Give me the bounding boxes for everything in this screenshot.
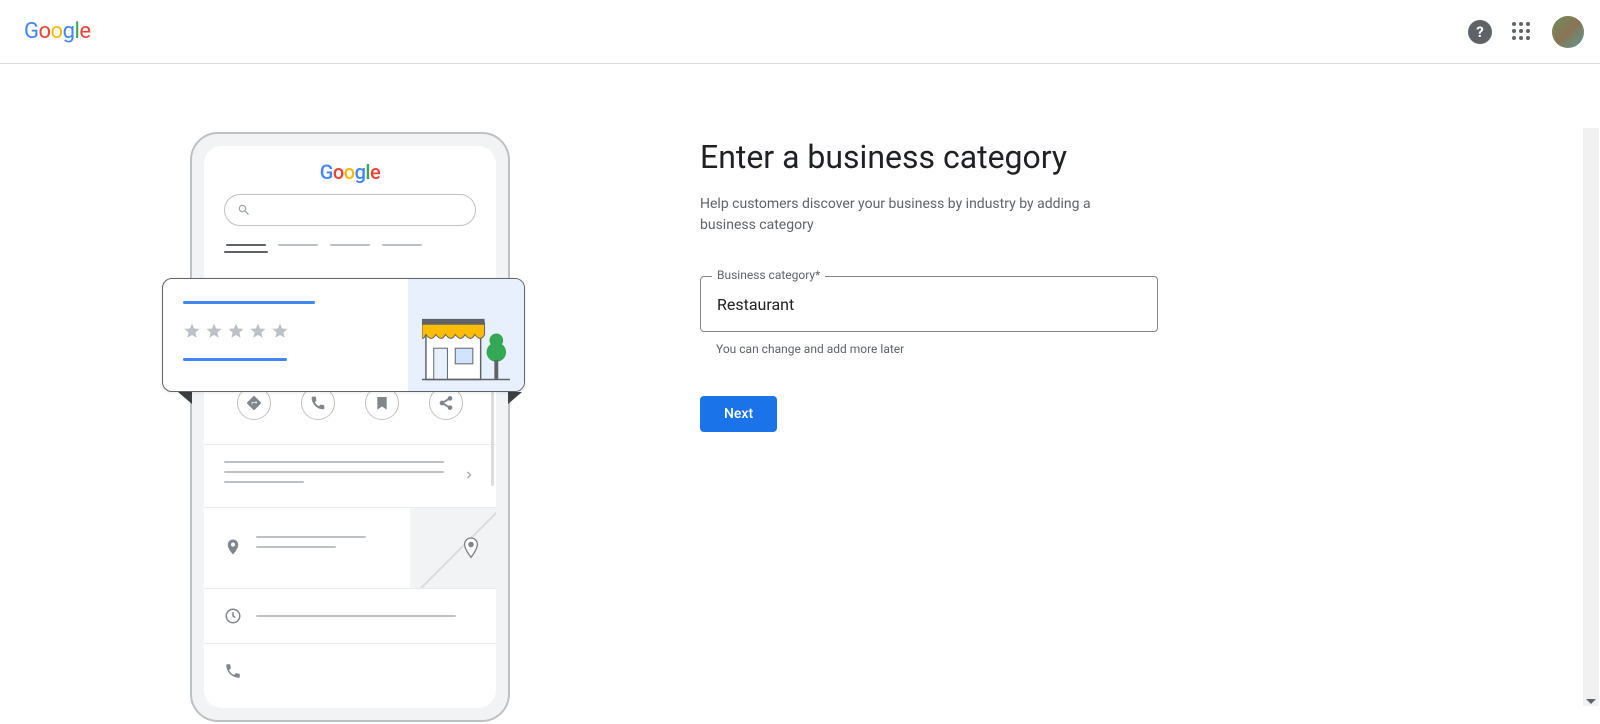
help-icon[interactable]: ? (1468, 20, 1492, 44)
scroll-down-arrow-icon (1586, 699, 1596, 704)
phone-hours-row (204, 588, 496, 643)
google-apps-icon[interactable] (1510, 20, 1534, 44)
business-card-overlay (162, 278, 525, 392)
card-shadow-left (178, 392, 192, 404)
shop-illustration (408, 279, 524, 391)
form-panel: Enter a business category Help customers… (700, 64, 1600, 724)
phone-search-bar (224, 194, 476, 226)
map-pin-icon (224, 538, 242, 556)
account-avatar[interactable] (1552, 16, 1584, 48)
illustration-panel: Google (0, 64, 700, 724)
phone-number-row (204, 643, 496, 698)
rating-stars (183, 322, 388, 340)
google-logo[interactable]: Google (24, 19, 90, 44)
phone-icon (224, 662, 242, 680)
clock-icon (224, 607, 242, 625)
phone-screen: Google (204, 146, 496, 708)
business-category-label: Business category* (712, 268, 825, 282)
page-scrollbar[interactable] (1583, 128, 1599, 706)
phone-google-logo: Google (204, 146, 496, 194)
phone-info-section (204, 444, 496, 507)
phone-location-row (204, 507, 496, 588)
card-shadow-right (508, 392, 522, 404)
map-pin-outline-icon (460, 536, 482, 564)
phone-tabs (204, 226, 496, 246)
app-header: Google ? (0, 0, 1600, 64)
page-description: Help customers discover your business by… (700, 194, 1140, 236)
business-category-field-wrap: Business category* (700, 276, 1158, 332)
page-heading: Enter a business category (700, 138, 1600, 176)
next-button[interactable]: Next (700, 396, 777, 432)
field-helper-text: You can change and add more later (716, 342, 1600, 356)
phone-mockup: Google (190, 132, 510, 722)
main-content: Google (0, 64, 1600, 724)
business-category-input[interactable] (700, 276, 1158, 332)
chevron-right-icon (462, 467, 476, 486)
header-actions: ? (1468, 16, 1584, 48)
map-thumbnail (410, 508, 496, 588)
search-icon (237, 203, 251, 217)
